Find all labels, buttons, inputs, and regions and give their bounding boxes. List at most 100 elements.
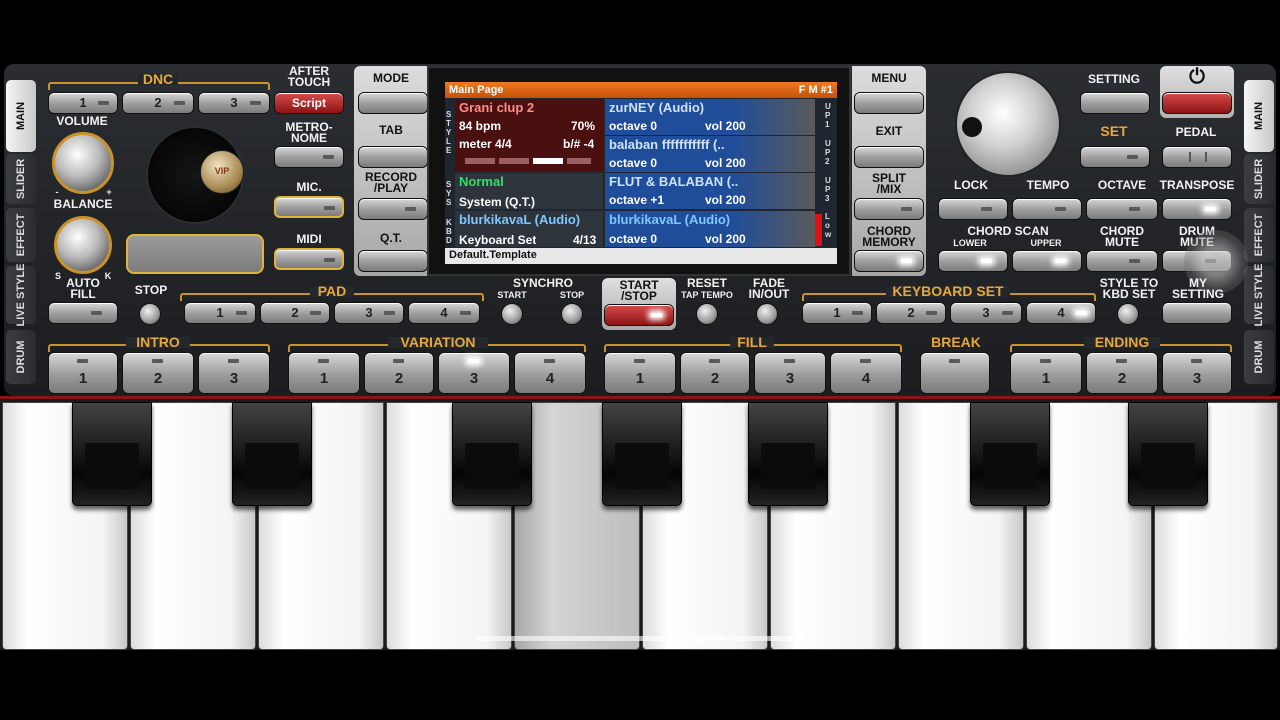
led: [310, 311, 321, 315]
synchro-label: SYNCHRO: [512, 276, 573, 290]
low-level-meter: [815, 214, 822, 246]
led: [981, 207, 992, 211]
joystick-handle-icon[interactable]: VIP: [200, 150, 244, 194]
exit-button[interactable]: [854, 146, 924, 168]
intro-button-2[interactable]: 2: [122, 352, 194, 394]
power-button[interactable]: [1162, 92, 1232, 114]
lock-button[interactable]: [938, 198, 1008, 220]
dnc-button-3[interactable]: 3: [198, 92, 270, 114]
chord-mute-button[interactable]: [1086, 250, 1158, 272]
tab-live-style-right[interactable]: LIVE STYLE: [1244, 264, 1274, 326]
style-to-kbd-knob[interactable]: [1117, 303, 1139, 325]
pad-button-4[interactable]: 4: [408, 302, 480, 324]
chord-scan-upper-button[interactable]: [1012, 250, 1082, 272]
fade-knob[interactable]: [756, 303, 778, 325]
black-key-2[interactable]: [232, 402, 312, 506]
pedal-label: PEDAL: [1175, 125, 1217, 139]
tab-main-left[interactable]: MAIN: [6, 80, 36, 152]
kbd-set-button-3[interactable]: 3: [950, 302, 1022, 324]
auto-fill-label: AUTO FILL: [66, 276, 100, 301]
led: [236, 311, 247, 315]
black-key-3[interactable]: [452, 402, 532, 506]
auto-fill-button[interactable]: [48, 302, 118, 324]
black-key-7[interactable]: [1128, 402, 1208, 506]
fill-button-4[interactable]: 4: [830, 352, 902, 394]
chord-memory-button[interactable]: [854, 250, 924, 272]
variation-button-4[interactable]: 4: [514, 352, 586, 394]
fill-button-1[interactable]: 1: [604, 352, 676, 394]
start-stop-button[interactable]: [604, 304, 674, 326]
chord-scan-upper: UPPER: [1030, 238, 1062, 248]
black-key-5[interactable]: [748, 402, 828, 506]
led: [250, 101, 261, 105]
voice-low-vol: vol 200: [705, 232, 746, 246]
metronome-button[interactable]: [274, 146, 344, 168]
led: [1116, 359, 1127, 363]
ending-button-3[interactable]: 3: [1162, 352, 1232, 394]
piano-keyboard: [0, 396, 1280, 650]
intro-button-1[interactable]: 1: [48, 352, 118, 394]
style-name: Grani clup 2: [459, 100, 535, 115]
ending-button-1[interactable]: 1: [1010, 352, 1082, 394]
home-indicator[interactable]: [476, 636, 806, 641]
pad-button-3[interactable]: 3: [334, 302, 404, 324]
dnc-button-2[interactable]: 2: [122, 92, 194, 114]
setting-button[interactable]: [1080, 92, 1150, 114]
ending-button-2[interactable]: 2: [1086, 352, 1158, 394]
variation-label: VARIATION: [388, 335, 488, 349]
transpose-button[interactable]: [1162, 198, 1232, 220]
tab-slider-left[interactable]: SLIDER: [6, 154, 36, 204]
synchro-stop-knob[interactable]: [561, 303, 583, 325]
fill-button-3[interactable]: 3: [754, 352, 826, 394]
kbd-set-button-2[interactable]: 2: [876, 302, 946, 324]
kbd-set-button-4[interactable]: 4: [1026, 302, 1096, 324]
fill-button-2[interactable]: 2: [680, 352, 750, 394]
template-name: Default.Template: [449, 249, 537, 261]
split-mix-button[interactable]: [854, 198, 924, 220]
pitch-strip[interactable]: [126, 234, 264, 274]
tab-slider-right[interactable]: SLIDER: [1244, 154, 1274, 204]
script-button[interactable]: Script: [274, 92, 344, 114]
reset-knob[interactable]: [696, 303, 718, 325]
tab-effect-right[interactable]: EFFECT: [1244, 208, 1274, 262]
qt-button[interactable]: [358, 250, 428, 272]
dnc-button-1[interactable]: 1: [48, 92, 118, 114]
record-play-button[interactable]: [358, 198, 428, 220]
tab-button[interactable]: [358, 146, 428, 168]
break-button[interactable]: [920, 352, 990, 394]
tab-live-style-left[interactable]: LIVE STYLE: [6, 264, 36, 326]
mic-button[interactable]: [274, 196, 344, 218]
voice-tag-low: Low: [825, 212, 832, 239]
kbd-set-button-1[interactable]: 1: [802, 302, 872, 324]
kbd-set: Keyboard Set: [459, 233, 537, 247]
led: [1191, 359, 1202, 363]
pad-button-1[interactable]: 1: [184, 302, 256, 324]
tab-effect-left[interactable]: EFFECT: [6, 208, 36, 262]
midi-button[interactable]: [274, 248, 344, 270]
tab-drum-right[interactable]: DRUM: [1244, 330, 1274, 384]
intro-button-3[interactable]: 3: [198, 352, 270, 394]
my-setting-button[interactable]: [1162, 302, 1232, 324]
volume-knob[interactable]: [52, 132, 114, 194]
chord-scan-lower-button[interactable]: [938, 250, 1008, 272]
mode-button[interactable]: [358, 92, 428, 114]
tab-drum-left[interactable]: DRUM: [6, 330, 36, 384]
variation-button-2[interactable]: 2: [364, 352, 434, 394]
stop-knob[interactable]: [139, 303, 161, 325]
set-button[interactable]: [1080, 146, 1150, 168]
black-key-1[interactable]: [72, 402, 152, 506]
tempo-button[interactable]: [1012, 198, 1082, 220]
pad-button-2[interactable]: 2: [260, 302, 330, 324]
menu-button[interactable]: [854, 92, 924, 114]
mic-label: MIC.: [296, 180, 322, 194]
pedal-button[interactable]: [1162, 146, 1232, 168]
led: [460, 311, 471, 315]
black-key-6[interactable]: [970, 402, 1050, 506]
octave-button[interactable]: [1086, 198, 1158, 220]
balance-knob[interactable]: [54, 216, 112, 274]
synchro-start-knob[interactable]: [501, 303, 523, 325]
tab-main-right[interactable]: MAIN: [1244, 80, 1274, 152]
variation-button-1[interactable]: 1: [288, 352, 360, 394]
variation-button-3[interactable]: 3: [438, 352, 510, 394]
black-key-4[interactable]: [602, 402, 682, 506]
